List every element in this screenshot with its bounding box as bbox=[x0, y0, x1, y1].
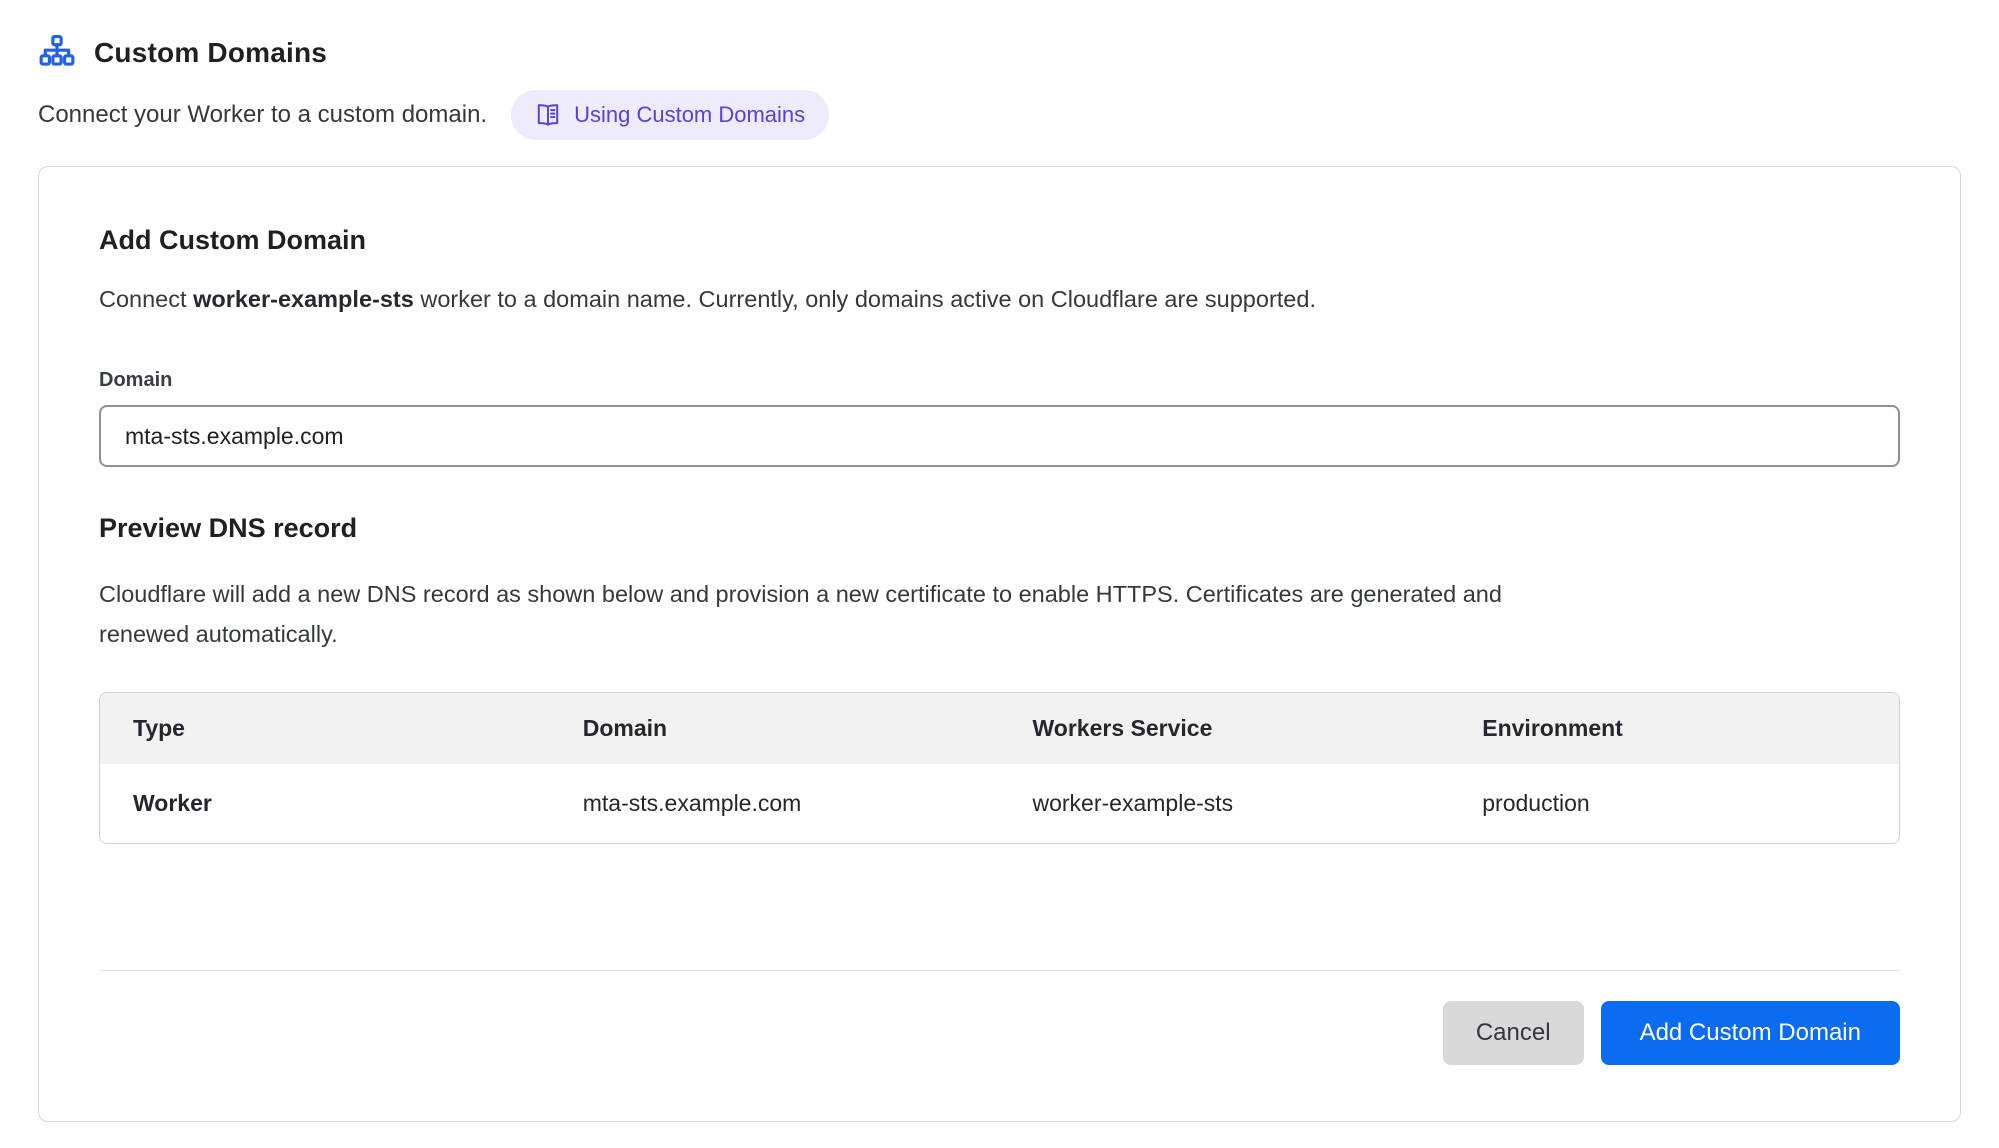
book-icon bbox=[535, 102, 561, 128]
intro-suffix: worker to a domain name. Currently, only… bbox=[414, 286, 1316, 312]
cell-environment: production bbox=[1449, 764, 1899, 843]
cancel-button[interactable]: Cancel bbox=[1443, 1001, 1584, 1065]
card-heading: Add Custom Domain bbox=[99, 225, 1900, 256]
docs-link-label: Using Custom Domains bbox=[574, 104, 805, 126]
domain-input[interactable] bbox=[99, 405, 1900, 467]
add-custom-domain-button[interactable]: Add Custom Domain bbox=[1601, 1001, 1900, 1065]
worker-name: worker-example-sts bbox=[193, 286, 414, 312]
footer-divider bbox=[99, 970, 1900, 971]
cell-domain: mta-sts.example.com bbox=[550, 764, 1000, 843]
action-buttons: Cancel Add Custom Domain bbox=[99, 1001, 1900, 1067]
docs-link-using-custom-domains[interactable]: Using Custom Domains bbox=[511, 90, 829, 140]
page-header: Custom Domains Connect your Worker to a … bbox=[38, 34, 1961, 140]
preview-dns-description: Cloudflare will add a new DNS record as … bbox=[99, 574, 1529, 654]
custom-domains-page: Custom Domains Connect your Worker to a … bbox=[0, 0, 1999, 1122]
page-title: Custom Domains bbox=[94, 37, 327, 69]
preview-dns-heading: Preview DNS record bbox=[99, 513, 1900, 544]
column-header-environment: Environment bbox=[1449, 693, 1899, 764]
sitemap-icon bbox=[38, 34, 76, 72]
column-header-workers-service: Workers Service bbox=[1000, 693, 1450, 764]
title-row: Custom Domains bbox=[38, 34, 1961, 72]
table-header-row: Type Domain Workers Service Environment bbox=[100, 693, 1899, 764]
column-header-domain: Domain bbox=[550, 693, 1000, 764]
dns-preview-table: Type Domain Workers Service Environment … bbox=[99, 692, 1900, 844]
page-subtitle: Connect your Worker to a custom domain. bbox=[38, 101, 487, 129]
card-intro: Connect worker-example-sts worker to a d… bbox=[99, 286, 1900, 313]
add-custom-domain-card: Add Custom Domain Connect worker-example… bbox=[38, 166, 1961, 1122]
domain-label: Domain bbox=[99, 369, 1900, 392]
cell-workers-service: worker-example-sts bbox=[1000, 764, 1450, 843]
column-header-type: Type bbox=[100, 693, 550, 764]
cell-type: Worker bbox=[100, 764, 550, 843]
table-row: Worker mta-sts.example.com worker-exampl… bbox=[100, 764, 1899, 843]
intro-prefix: Connect bbox=[99, 286, 193, 312]
subtitle-row: Connect your Worker to a custom domain. … bbox=[38, 90, 1961, 140]
